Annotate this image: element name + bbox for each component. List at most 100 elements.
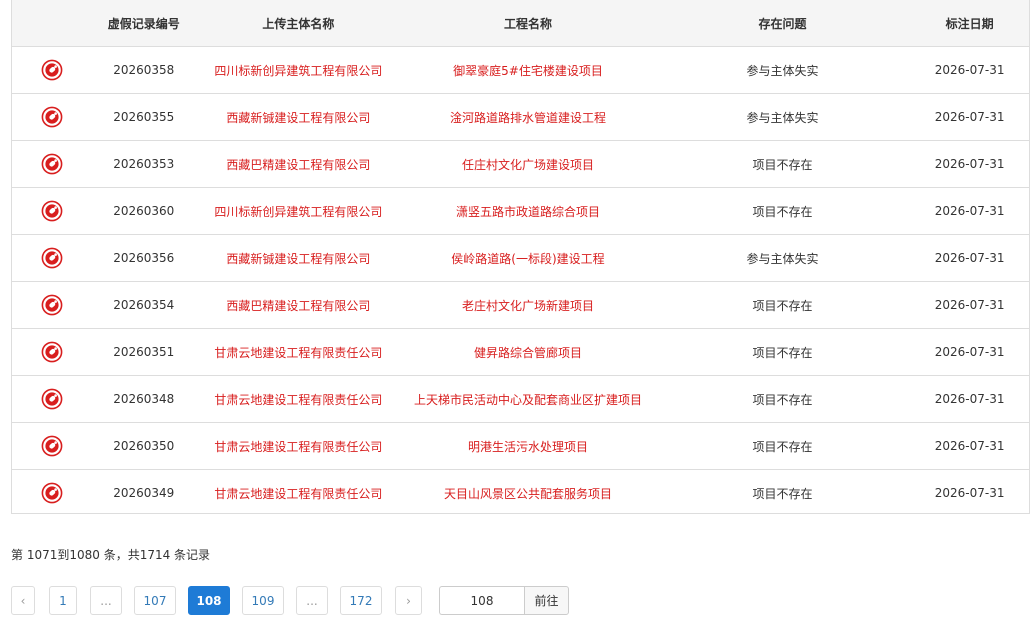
company-name[interactable]: 甘肃云地建设工程有限责任公司	[196, 391, 402, 408]
issue-text: 项目不存在	[752, 439, 813, 454]
record-id: 20260349	[113, 486, 175, 500]
badge-icon[interactable]	[41, 294, 63, 316]
row-icon-cell	[12, 59, 92, 81]
page-jump-button[interactable]: 前往	[524, 586, 569, 615]
header-project: 工程名称	[503, 16, 552, 31]
row-icon-cell	[12, 294, 92, 316]
company-name[interactable]: 甘肃云地建设工程有限责任公司	[196, 485, 402, 502]
mark-date: 2026-07-31	[934, 298, 1005, 312]
mark-date: 2026-07-31	[934, 345, 1005, 359]
page-172-button[interactable]: 172	[340, 586, 382, 615]
company-name[interactable]: 西藏巴精建设工程有限公司	[196, 297, 402, 314]
table-body: 20260358 四川标新创异建筑工程有限公司 御翠豪庭5#住宅楼建设项目 参与主体失…	[12, 47, 1029, 516]
project-name[interactable]: 侯岭路道路(一标段)建设工程	[401, 250, 655, 267]
mark-date: 2026-07-31	[934, 204, 1005, 218]
project-name[interactable]: 天目山风景区公共配套服务项目	[401, 485, 655, 502]
project-name[interactable]: 潇竖五路市政道路综合项目	[401, 203, 655, 220]
table-header: 虚假记录编号 上传主体名称 工程名称 存在问题 标注日期	[12, 0, 1029, 47]
page-107-button[interactable]: 107	[134, 586, 176, 615]
record-id: 20260351	[113, 345, 175, 359]
table-row: 20260355 西藏新铖建设工程有限公司 淦河路道路排水管道建设工程 参与主体失实 2…	[12, 94, 1029, 141]
record-id: 20260360	[113, 204, 175, 218]
project-name[interactable]: 老庄村文化广场新建项目	[401, 297, 655, 314]
mark-date: 2026-07-31	[934, 486, 1005, 500]
table-row: 20260353 西藏巴精建设工程有限公司 任庄村文化广场建设项目 项目不存在 2026…	[12, 141, 1029, 188]
mark-date: 2026-07-31	[934, 439, 1005, 453]
company-name[interactable]: 西藏巴精建设工程有限公司	[196, 156, 402, 173]
issue-text: 项目不存在	[752, 392, 813, 407]
project-name[interactable]: 御翠豪庭5#住宅楼建设项目	[401, 62, 655, 79]
issue-text: 项目不存在	[752, 298, 813, 313]
issue-text: 项目不存在	[752, 157, 813, 172]
badge-icon[interactable]	[41, 341, 63, 363]
table-row: 20260356 西藏新铖建设工程有限公司 侯岭路道路(一标段)建设工程 参与主体失实…	[12, 235, 1029, 282]
issue-text: 参与主体失实	[746, 251, 819, 266]
project-name[interactable]: 淦河路道路排水管道建设工程	[401, 109, 655, 126]
badge-icon[interactable]	[41, 153, 63, 175]
project-name[interactable]: 健昇路综合管廊项目	[401, 344, 655, 361]
header-record-id: 虚假记录编号	[107, 16, 180, 31]
company-name[interactable]: 甘肃云地建设工程有限责任公司	[196, 344, 402, 361]
table-row: 20260358 四川标新创异建筑工程有限公司 御翠豪庭5#住宅楼建设项目 参与主体失…	[12, 47, 1029, 94]
page-108-button-active[interactable]: 108	[188, 586, 230, 615]
badge-icon[interactable]	[41, 388, 63, 410]
company-name[interactable]: 西藏新铖建设工程有限公司	[196, 109, 402, 126]
mark-date: 2026-07-31	[934, 392, 1005, 406]
row-icon-cell	[12, 153, 92, 175]
mark-date: 2026-07-31	[934, 157, 1005, 171]
page-ellipsis-left[interactable]: ...	[90, 586, 122, 615]
record-summary: 第 1071到1080 条，共1714 条记录	[11, 548, 211, 562]
row-icon-cell	[12, 435, 92, 457]
company-name[interactable]: 四川标新创异建筑工程有限公司	[196, 203, 402, 220]
company-name[interactable]: 甘肃云地建设工程有限责任公司	[196, 438, 402, 455]
page-109-button[interactable]: 109	[242, 586, 284, 615]
badge-icon[interactable]	[41, 482, 63, 504]
table-row: 20260350 甘肃云地建设工程有限责任公司 明港生活污水处理项目 项目不存在 202…	[12, 423, 1029, 470]
table-row: 20260351 甘肃云地建设工程有限责任公司 健昇路综合管廊项目 项目不存在 2026…	[12, 329, 1029, 376]
badge-icon[interactable]	[41, 247, 63, 269]
row-icon-cell	[12, 106, 92, 128]
page-1-button[interactable]: 1	[49, 586, 77, 615]
mark-date: 2026-07-31	[934, 251, 1005, 265]
project-name[interactable]: 任庄村文化广场建设项目	[401, 156, 655, 173]
row-icon-cell	[12, 341, 92, 363]
company-name[interactable]: 四川标新创异建筑工程有限公司	[196, 62, 402, 79]
prev-page-button[interactable]: ‹	[11, 586, 35, 615]
company-name[interactable]: 西藏新铖建设工程有限公司	[196, 250, 402, 267]
issue-text: 项目不存在	[752, 204, 813, 219]
records-table: 虚假记录编号 上传主体名称 工程名称 存在问题 标注日期 20260358 四川标…	[11, 0, 1030, 514]
project-name[interactable]: 上天梯市民活动中心及配套商业区扩建项目	[401, 391, 655, 408]
page-ellipsis-right[interactable]: ...	[296, 586, 328, 615]
badge-icon[interactable]	[41, 59, 63, 81]
record-id: 20260348	[113, 392, 175, 406]
record-id: 20260356	[113, 251, 175, 265]
row-icon-cell	[12, 482, 92, 504]
issue-text: 项目不存在	[752, 345, 813, 360]
mark-date: 2026-07-31	[934, 63, 1005, 77]
header-issue: 存在问题	[758, 16, 807, 31]
badge-icon[interactable]	[41, 200, 63, 222]
badge-icon[interactable]	[41, 106, 63, 128]
issue-text: 参与主体失实	[746, 63, 819, 78]
row-icon-cell	[12, 388, 92, 410]
table-row: 20260354 西藏巴精建设工程有限公司 老庄村文化广场新建项目 项目不存在 2026…	[12, 282, 1029, 329]
page-jump-input[interactable]	[439, 586, 524, 615]
badge-icon[interactable]	[41, 435, 63, 457]
table-row: 20260360 四川标新创异建筑工程有限公司 潇竖五路市政道路综合项目 项目不存在 2…	[12, 188, 1029, 235]
record-id: 20260354	[113, 298, 175, 312]
record-id: 20260350	[113, 439, 175, 453]
header-company: 上传主体名称	[262, 16, 335, 31]
header-date: 标注日期	[945, 16, 994, 31]
row-icon-cell	[12, 200, 92, 222]
record-id: 20260358	[113, 63, 175, 77]
next-page-button[interactable]: ›	[395, 586, 422, 615]
record-id: 20260355	[113, 110, 175, 124]
issue-text: 项目不存在	[752, 486, 813, 501]
table-row: 20260348 甘肃云地建设工程有限责任公司 上天梯市民活动中心及配套商业区扩建项…	[12, 376, 1029, 423]
row-icon-cell	[12, 247, 92, 269]
project-name[interactable]: 明港生活污水处理项目	[401, 438, 655, 455]
record-id: 20260353	[113, 157, 175, 171]
mark-date: 2026-07-31	[934, 110, 1005, 124]
table-row: 20260349 甘肃云地建设工程有限责任公司 天目山风景区公共配套服务项目 项目不存…	[12, 470, 1029, 516]
issue-text: 参与主体失实	[746, 110, 819, 125]
